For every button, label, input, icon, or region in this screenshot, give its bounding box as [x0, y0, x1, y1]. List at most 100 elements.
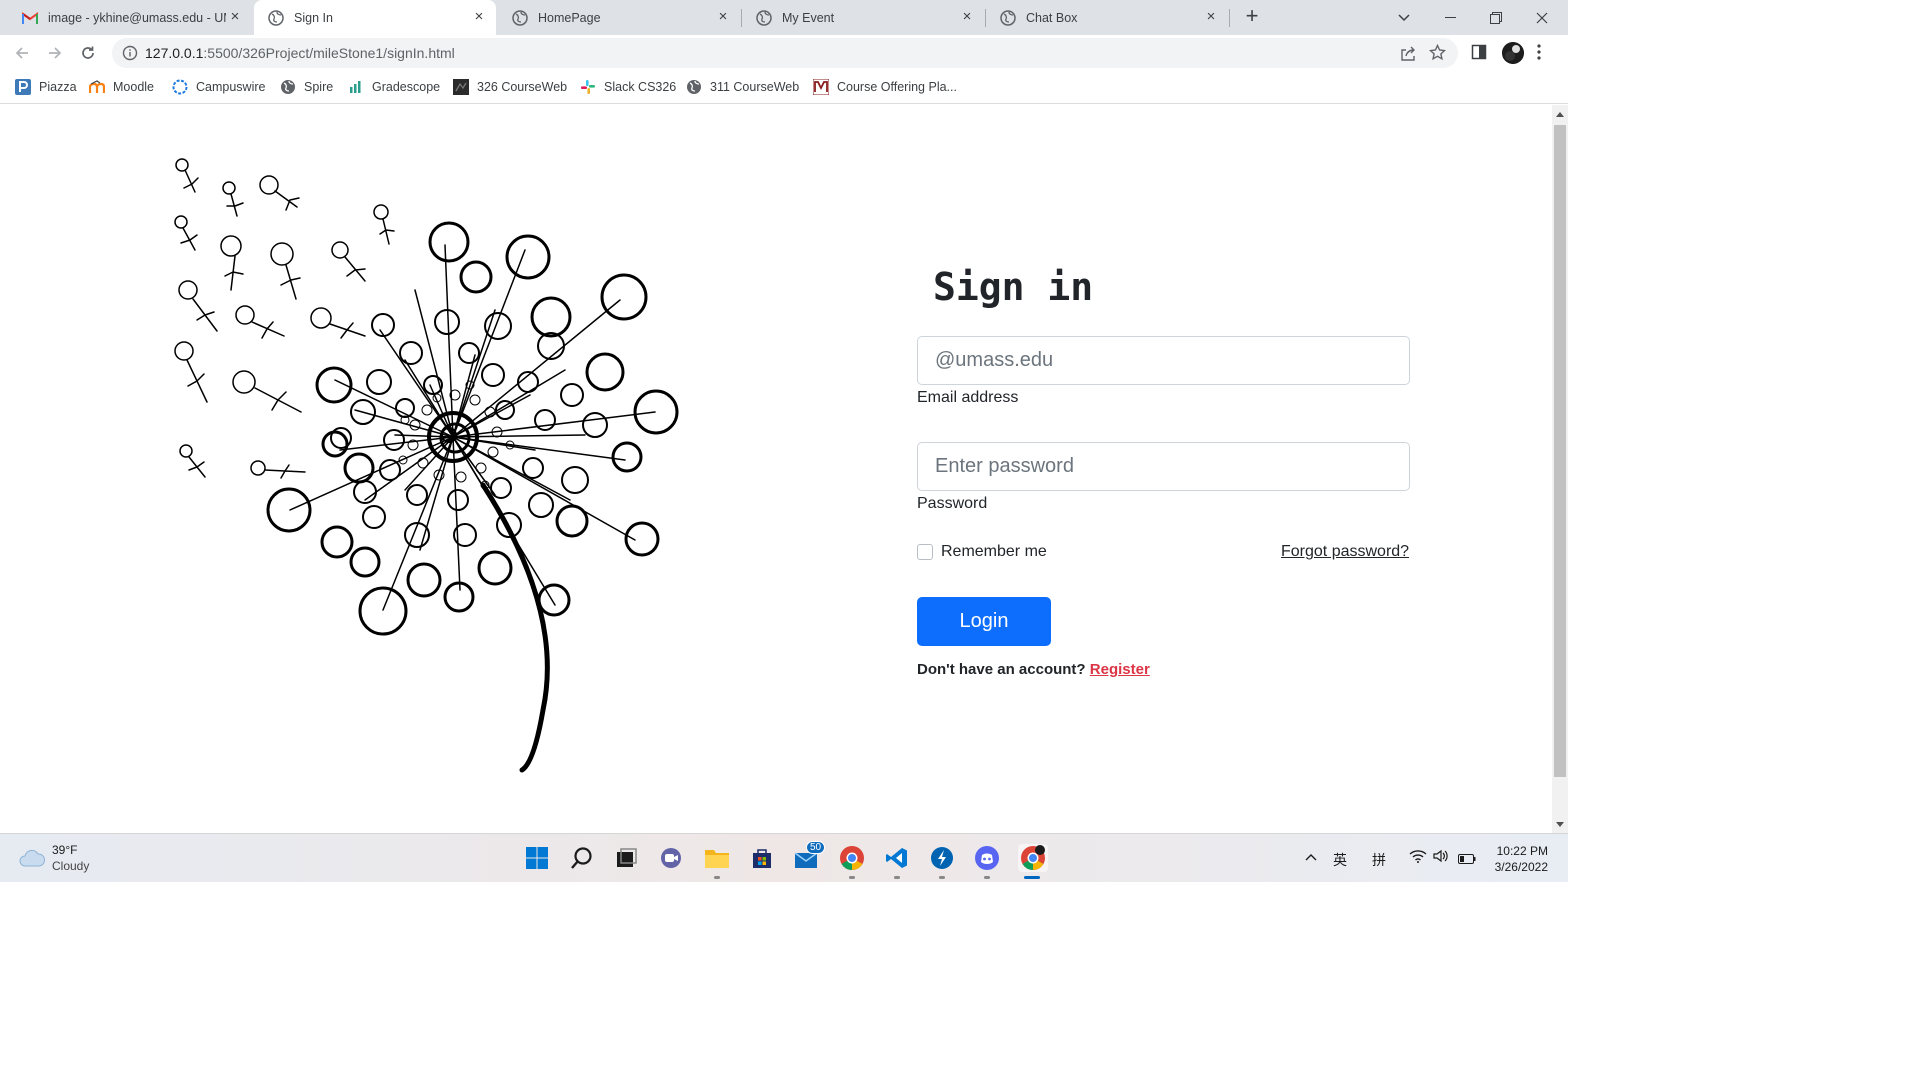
scroll-up-arrow-icon[interactable] [1556, 112, 1564, 117]
tab-separator [1229, 9, 1230, 27]
email-field[interactable] [917, 336, 1410, 385]
bookmark-label: Piazza [39, 80, 77, 94]
vscode-icon [886, 848, 907, 868]
discord-button[interactable] [973, 844, 1001, 872]
bookmark-326-courseweb[interactable]: 326 CourseWeb [453, 79, 567, 95]
profile-avatar[interactable] [1502, 42, 1524, 64]
chevron-down-icon [1398, 13, 1410, 21]
chrome-button[interactable] [838, 844, 866, 872]
forgot-password-link[interactable]: Forgot password? [1281, 543, 1409, 561]
bookmark-campuswire[interactable]: Campuswire [172, 79, 265, 95]
bookmark-gradescope[interactable]: Gradescope [348, 79, 440, 95]
tab-chat-box[interactable]: Chat Box × [986, 0, 1228, 35]
weather-temp: 39°F [52, 843, 78, 857]
kebab-menu-icon[interactable] [1537, 44, 1541, 65]
azure-data-studio-button[interactable] [928, 844, 956, 872]
battery-icon[interactable] [1458, 851, 1476, 867]
bookmark-slack-cs326[interactable]: Slack CS326 [580, 79, 676, 95]
weather-condition: Cloudy [52, 859, 90, 873]
bookmark-moodle[interactable]: Moodle [89, 79, 154, 95]
globe-icon [686, 79, 702, 95]
url-text: 127.0.0.1:5500/326Project/mileStone1/sig… [145, 45, 455, 61]
system-clock[interactable]: 10:22 PM 3/26/2022 [1488, 843, 1548, 875]
scrollbar-thumb[interactable] [1554, 125, 1566, 777]
restore-button[interactable] [1473, 0, 1519, 35]
mail-badge: 50 [806, 841, 826, 854]
browser-toolbar: 127.0.0.1:5500/326Project/mileStone1/sig… [0, 35, 1568, 71]
volume-icon[interactable] [1433, 849, 1449, 866]
bookmark-label: 326 CourseWeb [477, 80, 568, 94]
share-icon[interactable] [1400, 45, 1416, 66]
campuswire-icon [172, 79, 188, 95]
chrome-active-button[interactable] [1018, 844, 1048, 872]
mail-button[interactable]: 50 [793, 841, 826, 872]
task-view-button[interactable] [612, 844, 640, 872]
show-hidden-icons-button[interactable] [1305, 848, 1317, 864]
tab-title: Chat Box [1026, 10, 1078, 25]
ime-language-indicator[interactable]: 英 [1333, 850, 1347, 870]
address-bar[interactable]: 127.0.0.1:5500/326Project/mileStone1/sig… [112, 38, 1458, 68]
close-tab-icon[interactable]: × [960, 9, 974, 24]
teams-chat-button[interactable] [657, 844, 685, 872]
gradescope-icon [348, 79, 364, 95]
app-icon [931, 847, 953, 869]
email-label: Email address [917, 389, 1019, 406]
dandelion-illustration [174, 158, 679, 773]
remember-me-checkbox[interactable] [917, 544, 933, 560]
login-button[interactable]: Login [917, 597, 1051, 646]
chat-icon [661, 848, 681, 868]
arrow-right-icon [49, 47, 62, 59]
running-indicator [849, 876, 855, 879]
moodle-icon [89, 79, 105, 95]
running-indicator [894, 876, 900, 879]
close-tab-icon[interactable]: × [472, 9, 486, 24]
bookmark-piazza[interactable]: Piazza [15, 79, 77, 95]
password-field[interactable] [917, 442, 1410, 491]
bookmark-course-offering[interactable]: Course Offering Pla... [813, 79, 957, 95]
page-scrollbar[interactable] [1552, 105, 1568, 833]
reload-button[interactable] [74, 39, 102, 67]
tab-search-button[interactable] [1381, 0, 1427, 35]
tab-gmail[interactable]: image - ykhine@umass.edu - UMass Amherst… [8, 0, 252, 35]
scroll-down-arrow-icon[interactable] [1556, 822, 1564, 827]
arrow-left-icon [15, 47, 28, 59]
tab-title: image - ykhine@umass.edu - UMass Amherst… [48, 10, 226, 25]
wifi-icon[interactable] [1409, 849, 1427, 866]
weather-widget[interactable]: 39°F Cloudy [18, 842, 89, 874]
search-button[interactable] [568, 844, 596, 872]
vscode-button[interactable] [883, 844, 911, 872]
close-tab-icon[interactable]: × [716, 9, 730, 24]
search-icon [571, 847, 592, 869]
bookmark-spire[interactable]: Spire [280, 79, 333, 95]
password-label: Password [917, 495, 988, 512]
bookmark-star-icon[interactable] [1428, 43, 1447, 66]
umass-icon [813, 79, 829, 95]
bookmark-311-courseweb[interactable]: 311 CourseWeb [686, 79, 799, 95]
close-tab-icon[interactable]: × [228, 9, 242, 24]
running-indicator [984, 876, 990, 879]
bookmark-label: Spire [304, 80, 334, 94]
tab-sign-in[interactable]: Sign In × [254, 0, 496, 35]
back-button[interactable] [8, 39, 36, 67]
file-explorer-button[interactable] [703, 844, 731, 872]
minimize-button[interactable] [1427, 0, 1473, 35]
forward-button[interactable] [41, 39, 69, 67]
active-indicator [1024, 876, 1040, 879]
tab-my-event[interactable]: My Event × [742, 0, 984, 35]
windows-taskbar: 39°F Cloudy 50 英 拼 10:22 PM 3/26/2022 [0, 833, 1568, 882]
bookmark-label: Gradescope [372, 80, 441, 94]
store-button[interactable] [748, 844, 776, 872]
new-tab-button[interactable]: + [1241, 5, 1263, 28]
piazza-icon [15, 79, 31, 95]
start-button[interactable] [523, 844, 551, 872]
close-tab-icon[interactable]: × [1204, 9, 1218, 24]
ime-mode-indicator[interactable]: 拼 [1372, 850, 1386, 870]
info-icon[interactable] [122, 45, 138, 66]
tab-homepage[interactable]: HomePage × [498, 0, 740, 35]
page-title: Sign in [933, 265, 1094, 309]
close-window-button[interactable] [1519, 0, 1565, 35]
register-link[interactable]: Register [1090, 661, 1150, 678]
side-panel-icon[interactable] [1471, 44, 1487, 65]
folder-icon [705, 850, 729, 868]
discord-icon [975, 846, 999, 870]
